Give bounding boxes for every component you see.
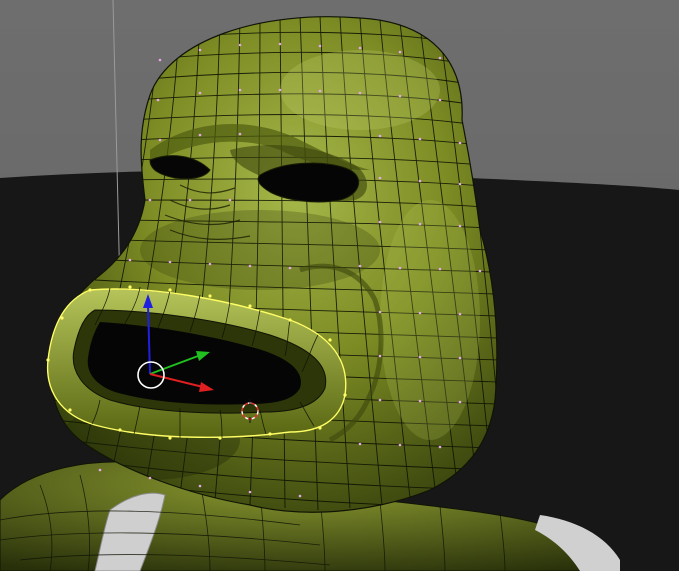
3d-viewport[interactable] [0,0,679,571]
viewport-canvas[interactable] [0,0,679,571]
